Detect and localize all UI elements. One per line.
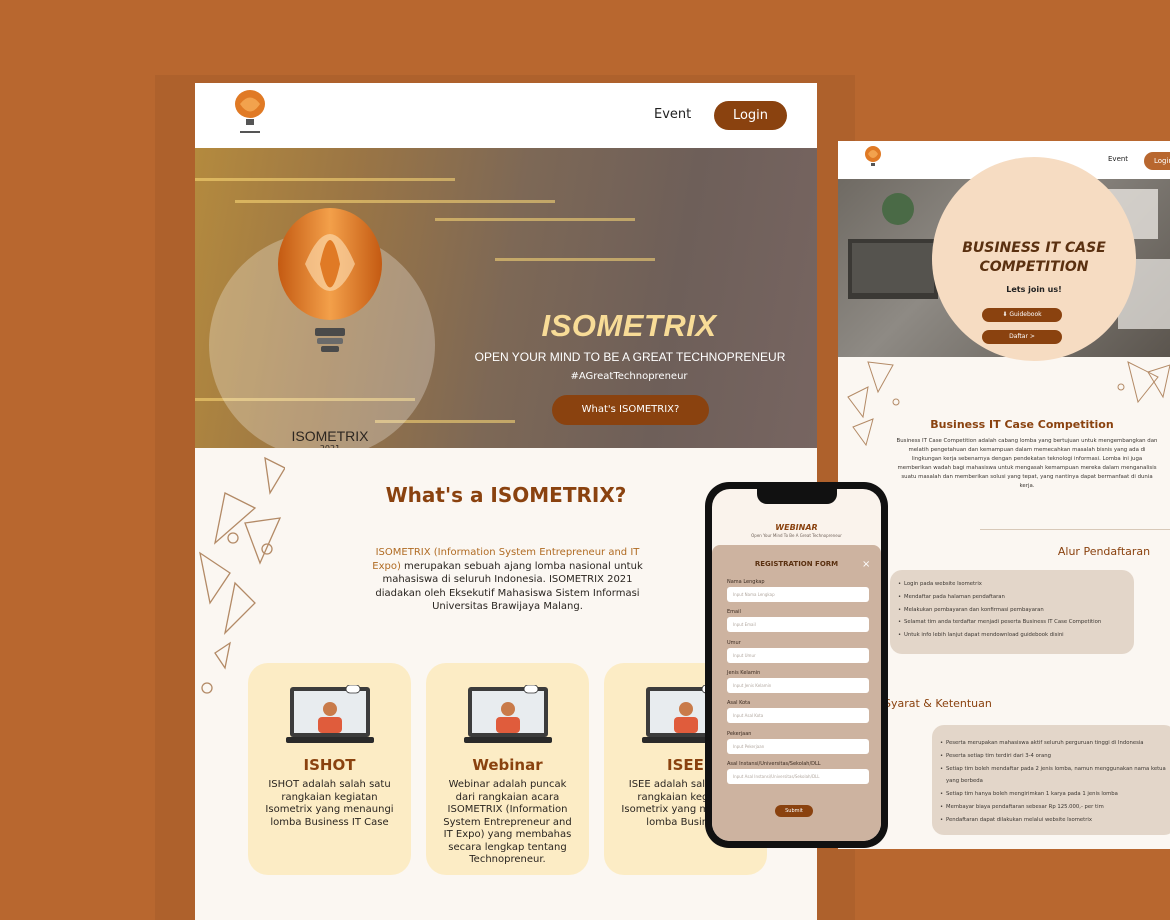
card-title: ISHOT <box>303 756 356 774</box>
webinar-subtitle: Open Your Mind To Be A Great Technoprene… <box>751 533 842 538</box>
phone-notch <box>757 489 837 504</box>
card-description: ISHOT adalah salah satu rangkaian kegiat… <box>265 779 394 828</box>
presenter-laptop-icon <box>286 685 374 743</box>
field-label: Jenis Kelamin <box>727 670 761 676</box>
syarat-list: Peserta merupakan mahasiswa aktif seluru… <box>932 725 1170 827</box>
registration-modal: REGISTRATION FORM × Nama Lengkap Input N… <box>712 545 881 841</box>
list-item: Pendaftaran dapat dilakukan melalui webs… <box>932 814 1170 827</box>
list-item: Peserta merupakan mahasiswa aktif seluru… <box>932 737 1170 750</box>
nav-event-link[interactable]: Event <box>654 107 691 122</box>
guidebook-button[interactable]: ⬇ Guidebook <box>982 308 1062 322</box>
card-ishot[interactable]: ISHOT ISHOT adalah salah satu rangkaian … <box>248 663 411 875</box>
gender-input[interactable]: Input Jenis Kelamin <box>727 678 869 693</box>
list-item: Membayar biaya pendaftaran sebesar Rp 12… <box>932 801 1170 814</box>
alur-title: Alur Pendaftaran <box>1057 545 1151 558</box>
kota-input[interactable]: Input Asal Kota <box>727 708 869 723</box>
gender-field: Jenis Kelamin Input Jenis Kelamin <box>727 670 869 693</box>
field-label: Umur <box>727 640 741 646</box>
list-item: Selamat tim anda terdaftar menjadi peser… <box>890 616 1134 629</box>
pekerjaan-input[interactable]: Input Pekerjaan <box>727 739 869 754</box>
nama-input[interactable]: Input Nama Lengkap <box>727 587 869 602</box>
list-item: Setiap tim boleh mendaftar pada 2 jenis … <box>932 763 1170 789</box>
divider <box>980 529 1170 530</box>
list-item: Setiap tim hanya boleh mengirimkan 1 kar… <box>932 788 1170 801</box>
instansi-input[interactable]: Input Asal Instansi/Universitas/Sekolah/… <box>727 769 869 784</box>
submit-button[interactable]: Submit <box>775 805 813 817</box>
list-item: Mendaftar pada halaman pendaftaran <box>890 591 1134 604</box>
join-text: Lets join us! <box>1006 285 1062 294</box>
daftar-button[interactable]: Daftar > <box>982 330 1062 344</box>
nav-event-link[interactable]: Event <box>1108 155 1128 163</box>
field-label: Email <box>727 609 741 615</box>
hero-logo-year: 2021 <box>275 444 385 448</box>
syarat-box: Peserta merupakan mahasiswa aktif seluru… <box>932 725 1170 835</box>
balloon-logo-icon <box>278 208 382 352</box>
hero-title: ISOMETRIX <box>541 308 717 343</box>
hero-subtitle: OPEN YOUR MIND TO BE A GREAT TECHNOPRENE… <box>474 350 786 364</box>
whats-isometrix-button[interactable]: What's ISOMETRIX? <box>552 395 709 425</box>
guidebook-label: Guidebook <box>1009 311 1042 318</box>
phone-screen: WEBINAR Open Your Mind To Be A Great Tec… <box>712 489 881 841</box>
hero-title: BUSINESS IT CASE COMPETITION <box>962 240 1106 275</box>
list-item: Melakukan pembayaran dan konfirmasi pemb… <box>890 604 1134 617</box>
modal-title: REGISTRATION FORM <box>754 560 839 568</box>
close-icon[interactable]: × <box>862 559 870 570</box>
nama-field: Nama Lengkap Input Nama Lengkap <box>727 579 869 602</box>
pekerjaan-field: Pekerjaan Input Pekerjaan <box>727 731 869 754</box>
list-item: Peserta setiap tim terdiri dari 3-4 oran… <box>932 750 1170 763</box>
decorative-triangles <box>847 361 1170 447</box>
section-description: Business IT Case Competition adalah caba… <box>896 438 1158 489</box>
card-webinar[interactable]: Webinar Webinar adalah puncak dari rangk… <box>426 663 589 875</box>
field-label: Asal Kota <box>727 700 751 706</box>
login-button[interactable]: Login <box>714 101 787 130</box>
field-label: Asal Instansi/Universitas/Sekolah/DLL <box>727 761 821 767</box>
phone-frame: WEBINAR Open Your Mind To Be A Great Tec… <box>705 482 888 848</box>
hero-banner: ISOMETRIX 2021 ISOMETRIX OPEN YOUR MIND … <box>195 148 817 448</box>
alur-list: Login pada website Isometrix Mendaftar p… <box>890 570 1134 642</box>
list-item[interactable]: Untuk info lebih lanjut dapat mendownloa… <box>890 629 1134 642</box>
hero-tagline: #AGreatTechnopreneur <box>570 371 688 382</box>
presenter-laptop-icon <box>464 685 552 743</box>
field-label: Nama Lengkap <box>727 579 765 585</box>
isometrix-logo[interactable] <box>233 89 267 141</box>
email-field: Email Input Email <box>727 609 869 632</box>
instansi-field: Asal Instansi/Universitas/Sekolah/DLL In… <box>727 761 869 784</box>
login-button[interactable]: Login <box>1144 152 1170 170</box>
alur-box: Login pada website Isometrix Mendaftar p… <box>890 570 1134 654</box>
isometrix-logo[interactable] <box>864 145 882 175</box>
list-item: Login pada website Isometrix <box>890 578 1134 591</box>
field-label: Pekerjaan <box>727 731 752 737</box>
umur-field: Umur Input Umur <box>727 640 869 663</box>
card-description: Webinar adalah puncak dari rangkaian aca… <box>443 779 572 865</box>
kota-field: Asal Kota Input Asal Kota <box>727 700 869 723</box>
webinar-title: WEBINAR <box>775 523 818 532</box>
syarat-title: Syarat & Ketentuan <box>884 697 992 710</box>
umur-input[interactable]: Input Umur <box>727 648 869 663</box>
section-title: Business IT Case Competition <box>930 418 1114 431</box>
what-description: ISOMETRIX (Information System Entreprene… <box>360 546 655 614</box>
email-input[interactable]: Input Email <box>727 617 869 632</box>
navbar: Event Login <box>195 83 817 148</box>
hero-logo-text: ISOMETRIX <box>291 428 369 444</box>
what-body: merupakan sebuah ajang lomba nasional un… <box>375 560 643 613</box>
card-title: Webinar <box>472 756 543 774</box>
